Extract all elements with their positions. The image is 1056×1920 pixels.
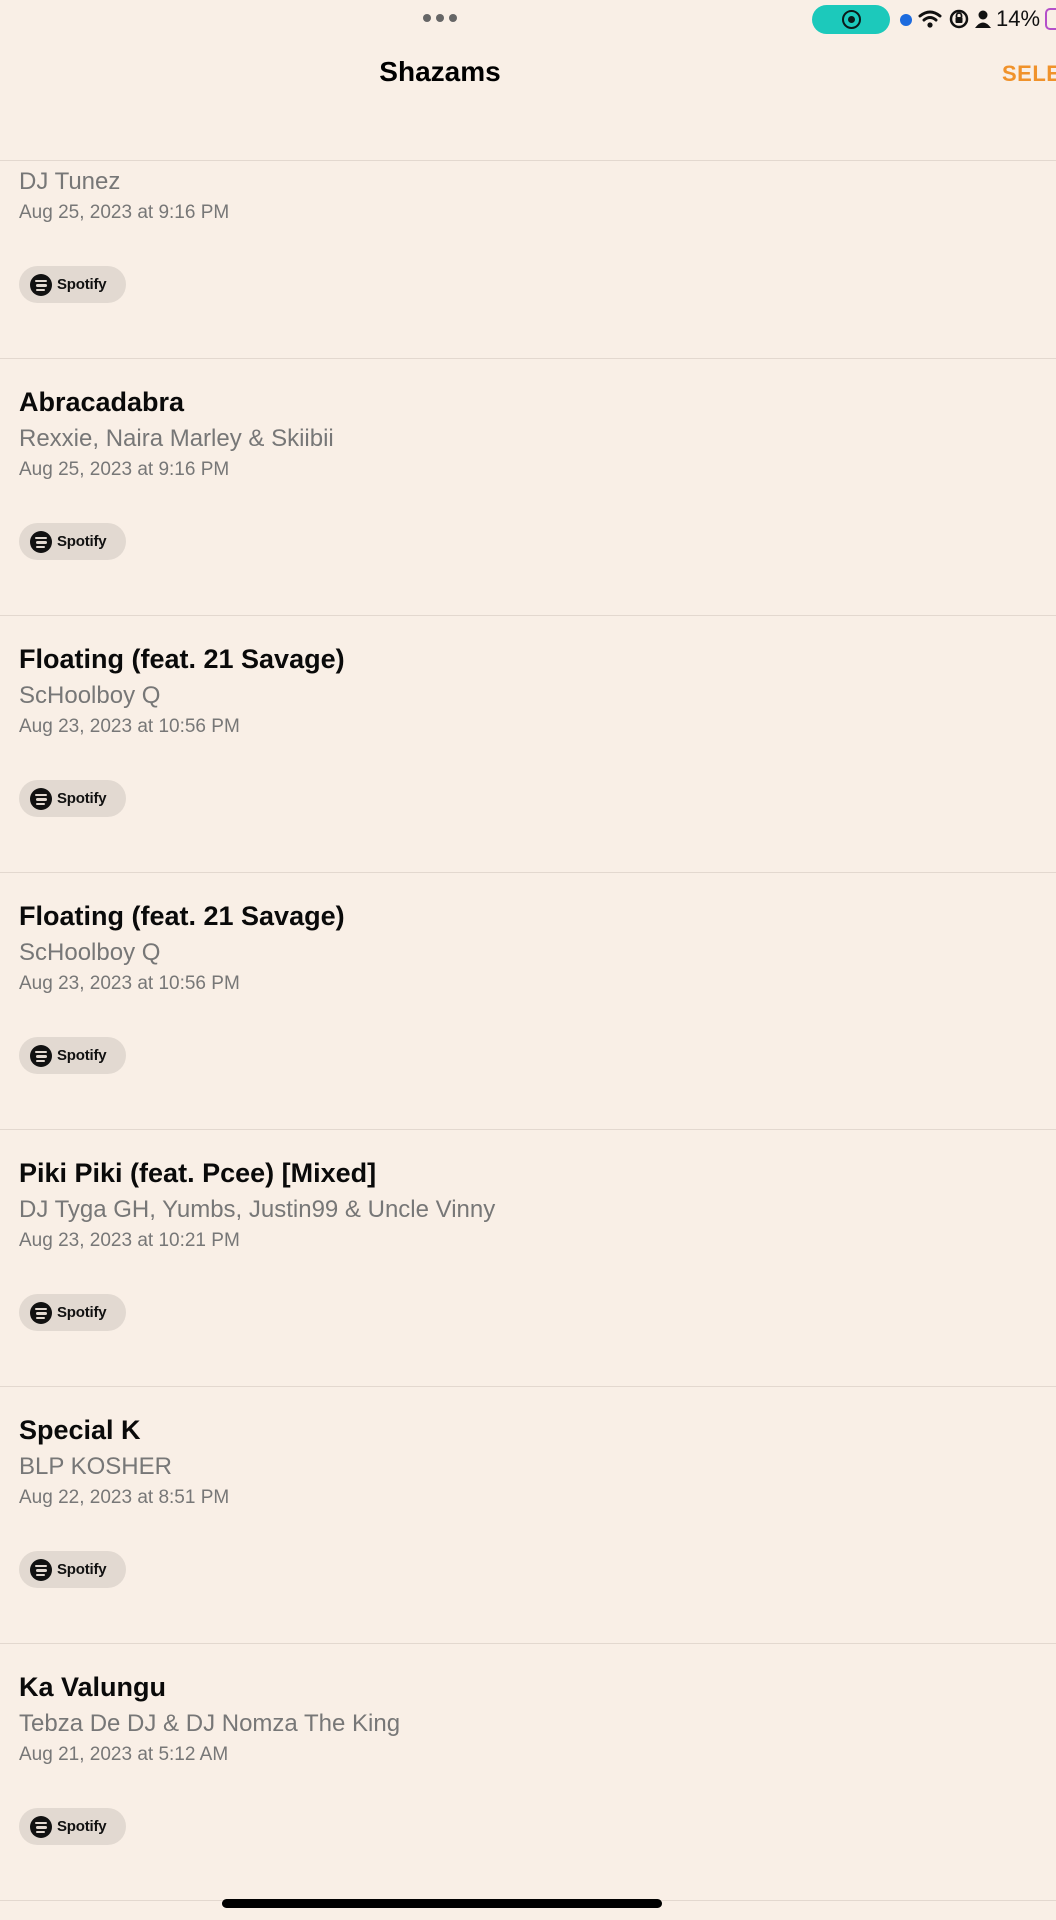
song-artist: Tebza De DJ & DJ Nomza The King <box>19 1710 401 1737</box>
spotify-icon <box>30 1301 52 1324</box>
song-title: Special K <box>19 1415 141 1445</box>
spotify-label: Spotify <box>57 1304 107 1321</box>
song-date: Aug 23, 2023 at 10:56 PM <box>19 716 240 737</box>
home-indicator[interactable] <box>222 1899 662 1908</box>
page-title: Shazams <box>379 56 501 87</box>
spotify-button[interactable]: Spotify <box>19 1551 126 1588</box>
more-dots-icon[interactable] <box>423 14 459 24</box>
song-artist: DJ Tunez <box>19 168 121 195</box>
song-artist: DJ Tyga GH, Yumbs, Justin99 & Uncle Vinn… <box>19 1196 496 1223</box>
song-date: Aug 25, 2023 at 9:16 PM <box>19 459 230 480</box>
spotify-icon <box>30 787 52 810</box>
list-item[interactable]: Ka Valungu Tebza De DJ & DJ Nomza The Ki… <box>0 1644 1056 1901</box>
list-item[interactable]: Floating (feat. 21 Savage) ScHoolboy Q A… <box>0 616 1056 873</box>
song-date: Aug 23, 2023 at 10:56 PM <box>19 973 240 994</box>
spotify-button[interactable]: Spotify <box>19 1037 126 1074</box>
song-title: Floating (feat. 21 Savage) <box>19 644 345 674</box>
orientation-lock-icon <box>949 9 969 29</box>
list-item[interactable]: Floating (feat. 21 Savage) ScHoolboy Q A… <box>0 873 1056 1130</box>
list-item[interactable]: Piki Piki (feat. Pcee) [Mixed] DJ Tyga G… <box>0 1130 1056 1387</box>
select-button[interactable]: SELE <box>1002 61 1056 87</box>
spotify-icon <box>30 1044 52 1067</box>
song-title: Piki Piki (feat. Pcee) [Mixed] <box>19 1158 377 1188</box>
song-artist: ScHoolboy Q <box>19 939 161 966</box>
song-title: Abracadabra <box>19 387 185 417</box>
spotify-label: Spotify <box>57 790 107 807</box>
song-title: Ka Valungu <box>19 1672 167 1702</box>
song-title: Floating (feat. 21 Savage) <box>19 901 345 931</box>
spotify-label: Spotify <box>57 1047 107 1064</box>
list-item[interactable]: DJ Tunez Aug 25, 2023 at 9:16 PM Spotify <box>0 161 1056 359</box>
shazam-list: DJ Tunez Aug 25, 2023 at 9:16 PM Spotify… <box>0 161 1056 1920</box>
spotify-label: Spotify <box>57 1561 107 1578</box>
spotify-button[interactable]: Spotify <box>19 523 126 560</box>
spotify-button[interactable]: Spotify <box>19 1808 126 1845</box>
spotify-icon <box>30 530 52 553</box>
spotify-button[interactable]: Spotify <box>19 266 126 303</box>
spotify-icon <box>30 1558 52 1581</box>
song-date: Aug 23, 2023 at 10:21 PM <box>19 1230 240 1251</box>
battery-icon <box>1045 8 1056 30</box>
battery-percent: 14% <box>996 6 1041 31</box>
spotify-label: Spotify <box>57 276 107 293</box>
song-date: Aug 21, 2023 at 5:12 AM <box>19 1744 229 1765</box>
song-date: Aug 22, 2023 at 8:51 PM <box>19 1487 230 1508</box>
spotify-button[interactable]: Spotify <box>19 780 126 817</box>
nav-bar: Shazams SELE <box>0 40 1056 161</box>
song-date: Aug 25, 2023 at 9:16 PM <box>19 202 230 223</box>
song-artist: ScHoolboy Q <box>19 682 161 709</box>
screen-recording-indicator[interactable] <box>812 5 890 34</box>
song-artist: Rexxie, Naira Marley & Skiibii <box>19 425 334 452</box>
spotify-button[interactable]: Spotify <box>19 1294 126 1331</box>
spotify-icon <box>30 273 52 296</box>
spotify-icon <box>30 1815 52 1838</box>
list-item[interactable]: Special K BLP KOSHER Aug 22, 2023 at 8:5… <box>0 1387 1056 1644</box>
song-artist: BLP KOSHER <box>19 1453 172 1480</box>
list-item[interactable]: Abracadabra Rexxie, Naira Marley & Skiib… <box>0 359 1056 616</box>
spotify-label: Spotify <box>57 533 107 550</box>
spotify-label: Spotify <box>57 1818 107 1835</box>
person-icon <box>975 10 991 28</box>
status-bar: 14% <box>0 0 1056 40</box>
record-icon <box>842 10 861 29</box>
wifi-icon <box>918 10 942 28</box>
location-dot-icon <box>900 14 912 26</box>
